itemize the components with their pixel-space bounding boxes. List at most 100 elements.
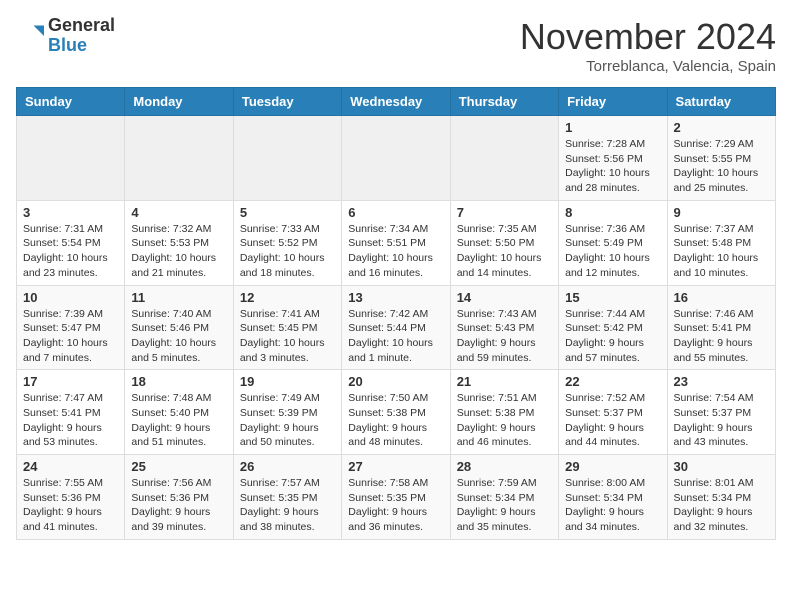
calendar-cell: 13Sunrise: 7:42 AM Sunset: 5:44 PM Dayli… [342, 285, 450, 370]
weekday-header: Thursday [450, 88, 558, 116]
calendar-cell: 29 Sunrise: 8:00 AM Sunset: 5:34 PM Dayli… [559, 455, 667, 540]
calendar-week-row: 10 Sunrise: 7:39 AM Sunset: 5:47 PM Dayli… [17, 285, 776, 370]
day-number: 14 [457, 290, 552, 305]
calendar-cell: 25 Sunrise: 7:56 AM Sunset: 5:36 PM Dayli… [125, 455, 233, 540]
calendar-cell: 23 Sunrise: 7:54 AM Sunset: 5:37 PM Dayli… [667, 370, 775, 455]
calendar-cell: 30Sunrise: 8:01 AM Sunset: 5:34 PM Dayli… [667, 455, 775, 540]
day-info: Sunrise: 7:47 AM Sunset: 5:41 PM Dayligh… [23, 391, 118, 450]
day-number: 23 [674, 374, 769, 389]
day-number: 10 [23, 290, 118, 305]
day-info: Sunrise: 7:48 AM Sunset: 5:40 PM Dayligh… [131, 391, 226, 450]
calendar-week-row: 3Sunrise: 7:31 AM Sunset: 5:54 PM Daylig… [17, 200, 776, 285]
calendar-cell: 28Sunrise: 7:59 AM Sunset: 5:34 PM Dayli… [450, 455, 558, 540]
weekday-header: Sunday [17, 88, 125, 116]
calendar-cell: 18 Sunrise: 7:48 AM Sunset: 5:40 PM Dayli… [125, 370, 233, 455]
logo: General Blue [16, 16, 115, 56]
day-info: Sunrise: 7:50 AM Sunset: 5:38 PM Dayligh… [348, 391, 443, 450]
day-info: Sunrise: 7:44 AM Sunset: 5:42 PM Dayligh… [565, 307, 660, 366]
day-number: 11 [131, 290, 226, 305]
calendar-cell: 26 Sunrise: 7:57 AM Sunset: 5:35 PM Dayli… [233, 455, 341, 540]
day-number: 8 [565, 205, 660, 220]
day-number: 21 [457, 374, 552, 389]
calendar-cell: 10 Sunrise: 7:39 AM Sunset: 5:47 PM Dayli… [17, 285, 125, 370]
day-number: 19 [240, 374, 335, 389]
calendar-week-row: 17Sunrise: 7:47 AM Sunset: 5:41 PM Dayli… [17, 370, 776, 455]
day-info: Sunrise: 7:39 AM Sunset: 5:47 PM Dayligh… [23, 307, 118, 366]
calendar-cell [233, 116, 341, 201]
day-number: 24 [23, 459, 118, 474]
day-number: 4 [131, 205, 226, 220]
day-number: 29 [565, 459, 660, 474]
day-info: Sunrise: 7:41 AM Sunset: 5:45 PM Dayligh… [240, 307, 335, 366]
calendar-cell: 24 Sunrise: 7:55 AM Sunset: 5:36 PM Dayli… [17, 455, 125, 540]
calendar-cell [125, 116, 233, 201]
day-info: Sunrise: 7:56 AM Sunset: 5:36 PM Dayligh… [131, 476, 226, 535]
logo-text: General Blue [48, 16, 115, 56]
calendar-table: SundayMondayTuesdayWednesdayThursdayFrid… [16, 87, 776, 540]
day-info: Sunrise: 7:33 AM Sunset: 5:52 PM Dayligh… [240, 222, 335, 281]
weekday-header: Saturday [667, 88, 775, 116]
title-block: November 2024 Torreblanca, Valencia, Spa… [520, 16, 776, 75]
weekday-header: Monday [125, 88, 233, 116]
calendar-cell: 12 Sunrise: 7:41 AM Sunset: 5:45 PM Dayli… [233, 285, 341, 370]
weekday-header: Friday [559, 88, 667, 116]
weekday-header: Wednesday [342, 88, 450, 116]
day-info: Sunrise: 7:51 AM Sunset: 5:38 PM Dayligh… [457, 391, 552, 450]
day-number: 25 [131, 459, 226, 474]
month-title: November 2024 [520, 16, 776, 58]
location-subtitle: Torreblanca, Valencia, Spain [520, 58, 776, 75]
day-info: Sunrise: 7:59 AM Sunset: 5:34 PM Dayligh… [457, 476, 552, 535]
day-number: 30 [674, 459, 769, 474]
calendar-cell: 20 Sunrise: 7:50 AM Sunset: 5:38 PM Dayli… [342, 370, 450, 455]
logo-icon [16, 22, 44, 50]
calendar-cell: 6 Sunrise: 7:34 AM Sunset: 5:51 PM Daylig… [342, 200, 450, 285]
day-number: 2 [674, 120, 769, 135]
calendar-cell: 22Sunrise: 7:52 AM Sunset: 5:37 PM Dayli… [559, 370, 667, 455]
day-number: 6 [348, 205, 443, 220]
page-header: General Blue November 2024 Torreblanca, … [16, 16, 776, 75]
day-info: Sunrise: 7:55 AM Sunset: 5:36 PM Dayligh… [23, 476, 118, 535]
day-number: 7 [457, 205, 552, 220]
day-number: 16 [674, 290, 769, 305]
day-number: 15 [565, 290, 660, 305]
day-info: Sunrise: 7:43 AM Sunset: 5:43 PM Dayligh… [457, 307, 552, 366]
day-number: 20 [348, 374, 443, 389]
day-info: Sunrise: 7:34 AM Sunset: 5:51 PM Dayligh… [348, 222, 443, 281]
calendar-cell: 27 Sunrise: 7:58 AM Sunset: 5:35 PM Dayli… [342, 455, 450, 540]
calendar-week-row: 24 Sunrise: 7:55 AM Sunset: 5:36 PM Dayli… [17, 455, 776, 540]
calendar-cell: 2Sunrise: 7:29 AM Sunset: 5:55 PM Daylig… [667, 116, 775, 201]
calendar-cell [450, 116, 558, 201]
calendar-cell: 4 Sunrise: 7:32 AM Sunset: 5:53 PM Daylig… [125, 200, 233, 285]
day-number: 27 [348, 459, 443, 474]
day-info: Sunrise: 7:58 AM Sunset: 5:35 PM Dayligh… [348, 476, 443, 535]
day-info: Sunrise: 7:40 AM Sunset: 5:46 PM Dayligh… [131, 307, 226, 366]
day-number: 9 [674, 205, 769, 220]
day-info: Sunrise: 7:57 AM Sunset: 5:35 PM Dayligh… [240, 476, 335, 535]
calendar-cell: 3Sunrise: 7:31 AM Sunset: 5:54 PM Daylig… [17, 200, 125, 285]
calendar-cell: 19 Sunrise: 7:49 AM Sunset: 5:39 PM Dayli… [233, 370, 341, 455]
day-info: Sunrise: 7:37 AM Sunset: 5:48 PM Dayligh… [674, 222, 769, 281]
day-number: 1 [565, 120, 660, 135]
calendar-cell: 16 Sunrise: 7:46 AM Sunset: 5:41 PM Dayli… [667, 285, 775, 370]
day-info: Sunrise: 7:49 AM Sunset: 5:39 PM Dayligh… [240, 391, 335, 450]
day-info: Sunrise: 7:46 AM Sunset: 5:41 PM Dayligh… [674, 307, 769, 366]
day-info: Sunrise: 7:36 AM Sunset: 5:49 PM Dayligh… [565, 222, 660, 281]
day-info: Sunrise: 8:00 AM Sunset: 5:34 PM Dayligh… [565, 476, 660, 535]
calendar-cell: 1Sunrise: 7:28 AM Sunset: 5:56 PM Daylig… [559, 116, 667, 201]
day-info: Sunrise: 7:42 AM Sunset: 5:44 PM Dayligh… [348, 307, 443, 366]
calendar-cell: 14 Sunrise: 7:43 AM Sunset: 5:43 PM Dayli… [450, 285, 558, 370]
calendar-header-row: SundayMondayTuesdayWednesdayThursdayFrid… [17, 88, 776, 116]
calendar-cell: 5 Sunrise: 7:33 AM Sunset: 5:52 PM Daylig… [233, 200, 341, 285]
day-info: Sunrise: 7:32 AM Sunset: 5:53 PM Dayligh… [131, 222, 226, 281]
day-number: 5 [240, 205, 335, 220]
day-number: 26 [240, 459, 335, 474]
calendar-cell: 15 Sunrise: 7:44 AM Sunset: 5:42 PM Dayli… [559, 285, 667, 370]
day-number: 18 [131, 374, 226, 389]
calendar-cell: 11 Sunrise: 7:40 AM Sunset: 5:46 PM Dayli… [125, 285, 233, 370]
logo-blue: Blue [48, 35, 87, 55]
day-info: Sunrise: 7:54 AM Sunset: 5:37 PM Dayligh… [674, 391, 769, 450]
weekday-header: Tuesday [233, 88, 341, 116]
day-number: 12 [240, 290, 335, 305]
calendar-week-row: 1Sunrise: 7:28 AM Sunset: 5:56 PM Daylig… [17, 116, 776, 201]
day-number: 22 [565, 374, 660, 389]
